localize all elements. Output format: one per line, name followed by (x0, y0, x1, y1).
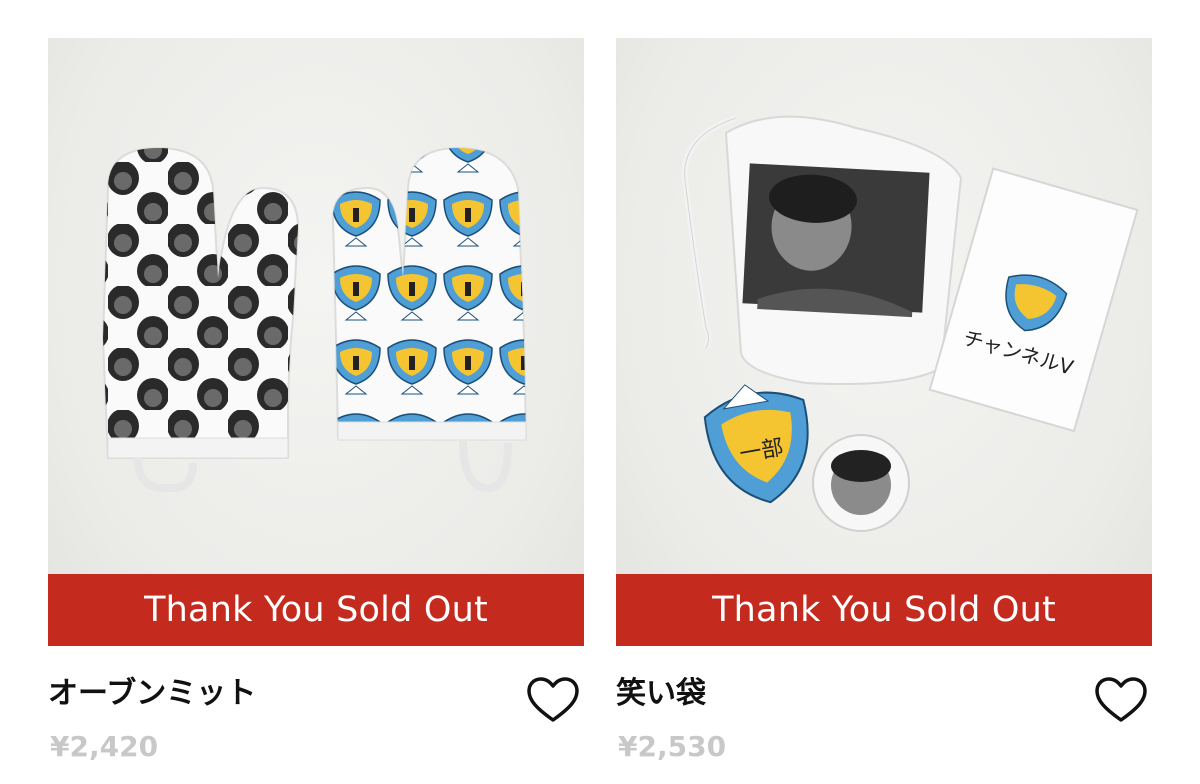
product-name[interactable]: 笑い袋 (616, 668, 706, 712)
heart-outline-icon[interactable] (526, 676, 580, 724)
product-card-oven-mitt[interactable]: Thank You Sold Out オーブンミット ¥2,420 (48, 38, 584, 763)
product-name[interactable]: オーブンミット (48, 668, 256, 712)
sold-out-badge: Thank You Sold Out (48, 574, 584, 646)
oven-mitt-pair-icon (101, 146, 528, 493)
drawstring-bag-set-icon: チャンネルV 一部 (681, 115, 1139, 532)
product-price: ¥2,530 (618, 730, 727, 763)
product-image-oven-mitt[interactable]: Thank You Sold Out (48, 38, 584, 646)
sold-out-badge: Thank You Sold Out (616, 574, 1152, 646)
product-image-laugh-bag[interactable]: チャンネルV 一部 Thank You Sold Out (616, 38, 1152, 646)
heart-outline-icon[interactable] (1094, 676, 1148, 724)
product-card-laugh-bag[interactable]: チャンネルV 一部 Thank You Sold Out 笑い袋 ¥2,530 (616, 38, 1152, 763)
product-price: ¥2,420 (50, 730, 159, 763)
